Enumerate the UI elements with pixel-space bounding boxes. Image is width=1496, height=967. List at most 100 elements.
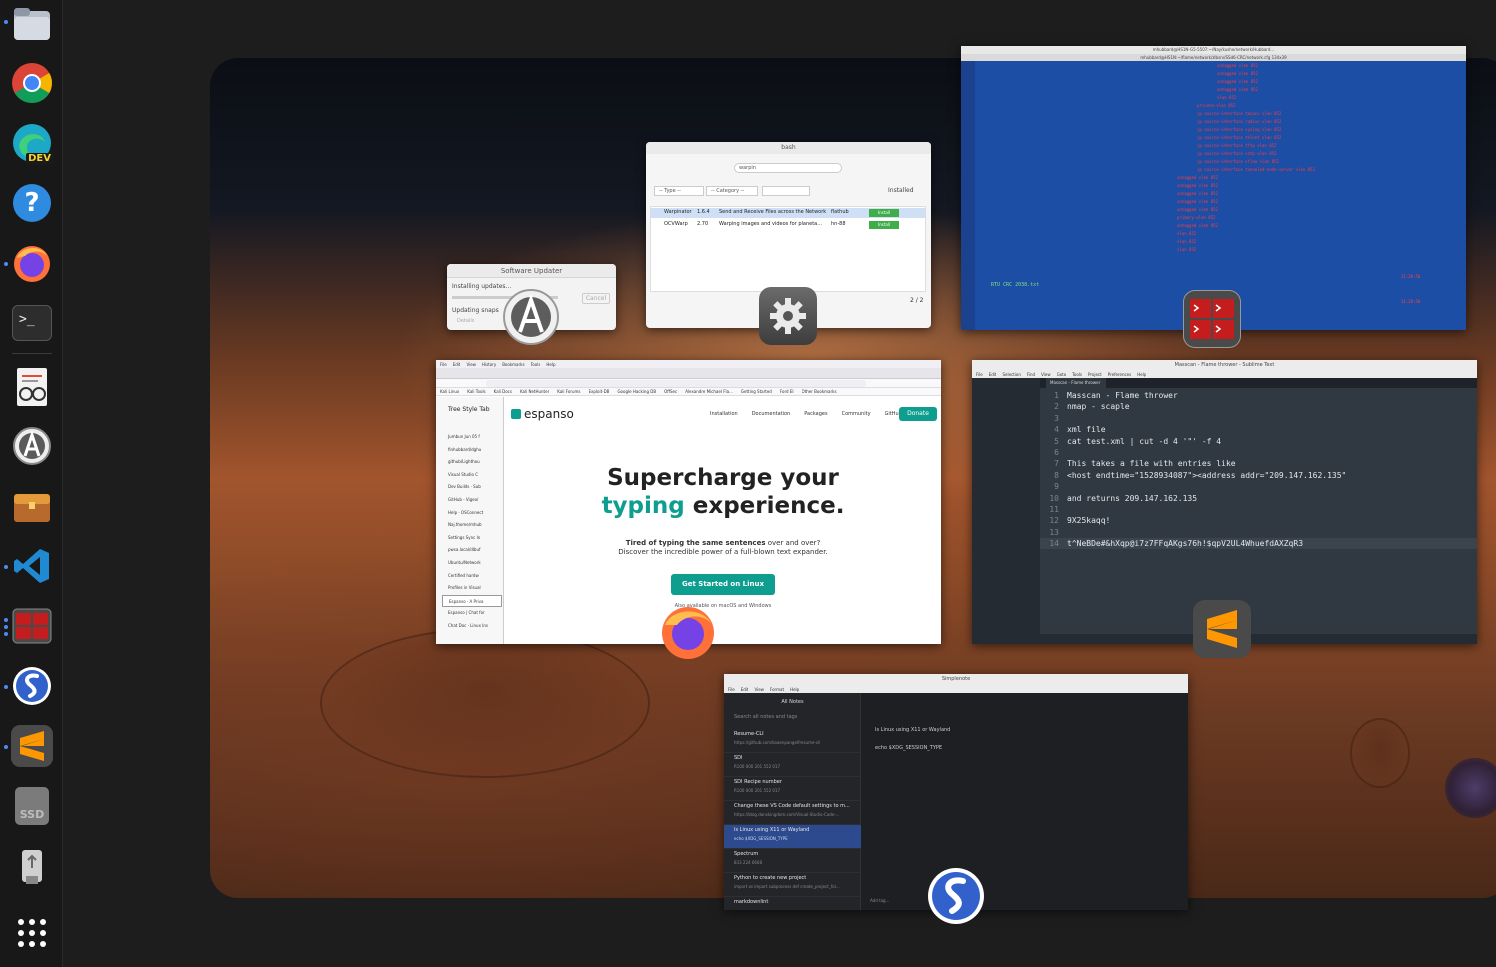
simplenote-icon[interactable] [927, 867, 985, 925]
bookmark-item[interactable]: Alexandre Michael Fla... [685, 389, 733, 394]
menu-item[interactable]: Project [1088, 372, 1102, 377]
ssd-drive-icon[interactable]: SSD [11, 785, 53, 827]
menu-item[interactable]: Help [1137, 372, 1146, 377]
menu-item[interactable]: Edit [741, 687, 749, 692]
bookmark-item[interactable]: OffSec [664, 389, 677, 394]
bookmark-item[interactable]: Exploit-DB [589, 389, 610, 394]
sidebar-tab-item[interactable]: Jumbun Jun 05 f [442, 431, 502, 444]
software-updater-icon[interactable] [11, 425, 53, 467]
note-list-item[interactable]: SDI Recipe number R100 000 201 552 017 [724, 777, 861, 801]
editor-line-1[interactable]: Is Linux using X11 or Wayland [875, 727, 950, 733]
donate-button[interactable]: Donate [899, 407, 937, 421]
url-bar[interactable] [486, 380, 866, 387]
files-icon[interactable] [11, 3, 53, 45]
sidebar-tab-item[interactable]: pwsa.local/dlbuf [442, 544, 502, 557]
firefox-icon[interactable] [659, 603, 717, 661]
terminal-window[interactable]: mhubbard@HS1N-G5-5507:~/Nay/kushe/networ… [961, 46, 1466, 330]
list-item[interactable]: Warpinator 1.6.4 Send and Receive Files … [651, 208, 925, 218]
sublime-text-icon[interactable] [11, 725, 53, 767]
sidebar-tab-item[interactable]: Help · OSConnect [442, 507, 502, 520]
category-filter-select[interactable]: -- Category -- [706, 186, 758, 196]
menu-item[interactable]: File [728, 687, 735, 692]
bookmark-item[interactable]: Other Bookmarks [802, 389, 837, 394]
menu-item[interactable]: Edit [989, 372, 997, 377]
terminator-icon[interactable] [11, 605, 53, 647]
editor-text[interactable]: 1 Masscan - Flame thrower 2 nmap - scaple 3 4… [1040, 390, 1477, 550]
note-list-item[interactable]: Change these VS Code default settings to… [724, 801, 861, 825]
note-list-item[interactable]: Spectrum 833 224 6608 [724, 849, 861, 873]
menu-item[interactable]: File [976, 372, 983, 377]
menu-item[interactable]: Format [770, 687, 784, 692]
bookmark-item[interactable]: Getting Started [741, 389, 772, 394]
install-button[interactable]: Install [869, 209, 899, 217]
sidebar-tab-item[interactable]: finhubbard/dghu [442, 444, 502, 457]
menu-item[interactable]: Help [790, 687, 799, 692]
menu-item[interactable]: View [466, 362, 476, 367]
menu-item[interactable]: History [482, 362, 496, 367]
installed-toggle[interactable]: Installed [888, 187, 914, 194]
sidebar-tab-item[interactable]: Settings Sync In [442, 532, 502, 545]
site-nav-link[interactable]: Documentation [752, 411, 791, 417]
edge-dev-icon[interactable]: DEV [11, 122, 53, 164]
menu-item[interactable]: Help [546, 362, 555, 367]
menu-item[interactable]: View [1041, 372, 1051, 377]
terminal-icon[interactable]: >_ [11, 302, 53, 344]
menu-item[interactable]: Tools [531, 362, 541, 367]
site-nav-link[interactable]: Installation [710, 411, 738, 417]
software-updater-icon[interactable] [502, 288, 560, 346]
bookmark-item[interactable]: Kali NetHunter [520, 389, 549, 394]
sidebar-tab-item[interactable]: Visual Studio C [442, 469, 502, 482]
source-filter-select[interactable] [762, 186, 810, 196]
menu-item[interactable]: Bookmarks [502, 362, 524, 367]
note-list-item[interactable]: markdownlint [724, 897, 861, 910]
sidebar-tab-item[interactable]: Espanso · A Priva [442, 594, 502, 608]
document-viewer-icon[interactable] [11, 366, 53, 408]
usb-drive-icon[interactable] [11, 845, 53, 887]
sidebar-tab-item[interactable]: GitHub - Vigeo/ [442, 494, 502, 507]
menu-item[interactable]: Goto [1057, 372, 1067, 377]
add-tag-input[interactable]: Add tag... [870, 898, 889, 903]
menu-item[interactable]: Find [1027, 372, 1035, 377]
note-list-item[interactable]: Is Linux using X11 or Wayland echo $XDG_S… [724, 825, 861, 849]
sidebar-tab-item[interactable]: Naj.thome/mhub [442, 519, 502, 532]
sidebar-tab-item[interactable]: Espanso | Chat for [442, 607, 502, 620]
details-expander[interactable]: Details [457, 318, 474, 324]
bookmark-item[interactable]: Kali Forums [557, 389, 580, 394]
sidebar-tab-item[interactable]: Certified hardw [442, 570, 502, 583]
editor-tab[interactable]: Masscan - Flame thrower [1046, 378, 1106, 388]
tab-strip[interactable] [436, 368, 941, 379]
chrome-icon[interactable] [11, 62, 53, 104]
bookmark-item[interactable]: Kali Linux [440, 389, 459, 394]
bookmark-item[interactable]: Kali Docs [494, 389, 512, 394]
menu-item[interactable]: File [440, 362, 447, 367]
site-nav-link[interactable]: Community [842, 411, 871, 417]
get-started-linux-button[interactable]: Get Started on Linux [671, 574, 775, 595]
bookmark-item[interactable]: Kali Tools [467, 389, 485, 394]
cancel-button[interactable]: Cancel [582, 293, 610, 304]
toolbox-icon[interactable] [11, 485, 53, 527]
menu-item[interactable]: Preferences [1108, 372, 1132, 377]
bookmark-item[interactable]: Google Hacking DB [617, 389, 656, 394]
app-grid-icon[interactable] [11, 912, 53, 954]
menu-item[interactable]: Edit [453, 362, 461, 367]
help-icon[interactable]: ? [11, 182, 53, 224]
sidebar-tab-item[interactable]: Profiles in Visual [442, 582, 502, 595]
firefox-window[interactable]: File Edit View History Bookmarks Tools Help Ka… [436, 360, 941, 644]
settings-gear-icon[interactable] [759, 287, 817, 345]
menu-item[interactable]: Tools [1072, 372, 1082, 377]
list-item[interactable]: OCVWarp 2.70 Warping images and videos f… [651, 220, 925, 230]
menu-item[interactable]: View [754, 687, 764, 692]
site-nav-link[interactable]: Packages [804, 411, 827, 417]
install-button[interactable]: Install [869, 221, 899, 229]
type-filter-select[interactable]: -- Type -- [654, 186, 704, 196]
vscode-icon[interactable] [11, 545, 53, 587]
sublime-text-icon[interactable] [1193, 600, 1251, 658]
sidebar-tab-item[interactable]: Chat Doc · Linux Ins [442, 620, 502, 633]
sidebar-tab-item[interactable]: Ubuntu/Network [442, 557, 502, 570]
bookmark-item[interactable]: Ford EI [780, 389, 794, 394]
search-input[interactable]: warpin [734, 163, 842, 173]
note-list-item[interactable]: Python to create new project import os im… [724, 873, 861, 897]
note-list-item[interactable]: Resume-CLI https://github.com/koaenpangel… [724, 729, 861, 753]
menu-item[interactable]: Selection [1002, 372, 1020, 377]
editor-line-2[interactable]: echo $XDG_SESSION_TYPE [875, 745, 942, 751]
